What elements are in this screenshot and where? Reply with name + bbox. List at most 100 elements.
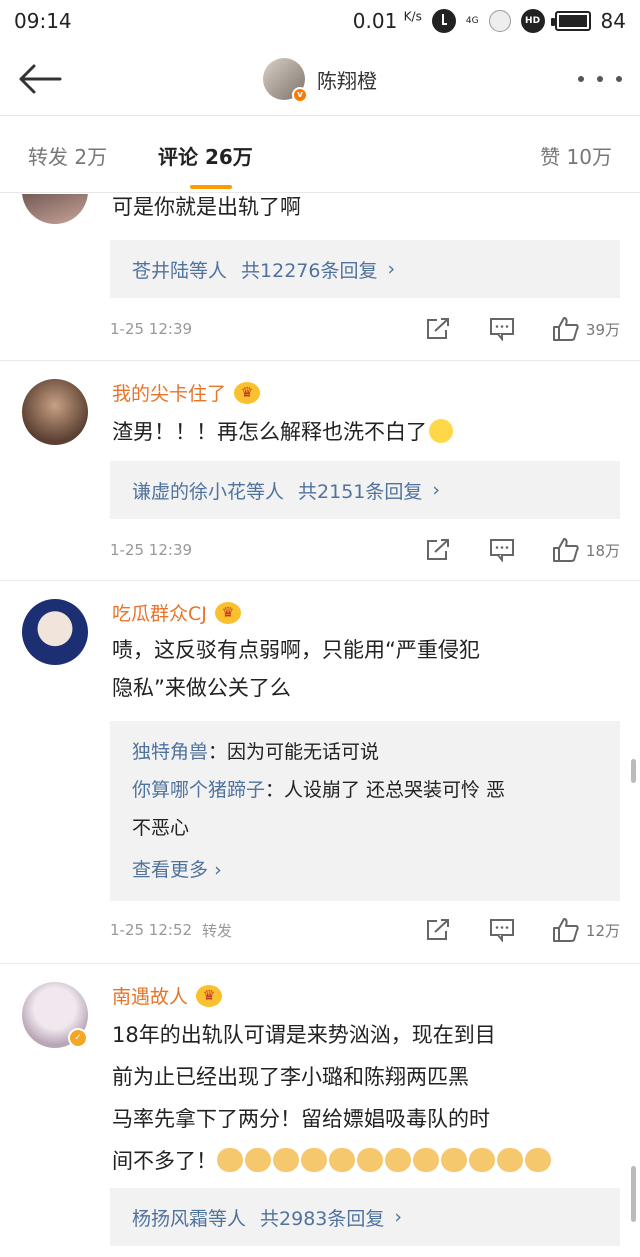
username[interactable]: 我的尖卡住了 — [112, 379, 226, 406]
comment-meta: 1-25 12:39 18万 — [110, 533, 620, 567]
reply-box[interactable]: 苍井陆等人 共12276条回复 › — [110, 240, 620, 298]
doge-emoji-icon — [385, 1148, 411, 1172]
reply-users: 杨扬风霜等人 — [132, 1207, 247, 1230]
comment-item: 我的尖卡住了 ♛ 渣男！！！再怎么解释也洗不白了 谦虚的徐小花等人 共2151条回… — [0, 361, 640, 581]
view-more-link[interactable]: 查看更多 › — [132, 847, 598, 893]
comment-icon[interactable] — [488, 537, 516, 563]
username[interactable]: 吃瓜群众CJ — [112, 599, 207, 626]
scrollbar-thumb[interactable] — [631, 759, 636, 783]
thumbs-up-icon — [552, 538, 579, 562]
doge-emoji-icon — [273, 1148, 299, 1172]
reply-summary[interactable]: 杨扬风霜等人 共2983条回复 › — [132, 1188, 598, 1246]
reply-author[interactable]: 独特角兽 — [132, 741, 208, 763]
name-row: 南遇故人 ♛ — [112, 982, 223, 1009]
reply-summary[interactable]: 苍井陆等人 共12276条回复 › — [132, 240, 598, 298]
doge-emoji-icon — [413, 1148, 439, 1172]
like-count: 12万 — [585, 921, 620, 940]
battery-level: 84 — [600, 9, 626, 33]
network-type: 4G — [465, 16, 479, 26]
like-button[interactable]: 12万 — [552, 917, 620, 943]
comment-text-line: 间不多了！ — [112, 1140, 617, 1182]
alarm-icon — [431, 9, 456, 33]
comment-text-line: 前为止已经出现了李小璐和陈翔两匹黑 — [112, 1065, 469, 1089]
chevron-right-icon: › — [432, 479, 440, 501]
doge-emoji-icon — [497, 1148, 523, 1172]
avatar[interactable]: v — [263, 58, 308, 103]
doge-emoji-icon — [217, 1148, 243, 1172]
timestamp: 1-25 12:39 — [110, 320, 193, 338]
tab-indicator — [190, 185, 232, 189]
comment-icon[interactable] — [488, 917, 516, 943]
comment-list[interactable]: 可是你就是出轨了啊 苍井陆等人 共12276条回复 › 1-25 12:39 39万… — [0, 194, 640, 1257]
reply-count: 共2151条回复 — [298, 480, 423, 503]
avatar[interactable] — [22, 599, 88, 665]
more-options-button[interactable] — [578, 66, 622, 92]
like-count: 39万 — [585, 320, 620, 339]
comment-text-line: 隐私”来做公关了么 — [112, 676, 291, 700]
tab-bar: 转发 2万 评论 26万 赞 10万 — [0, 117, 640, 193]
reply-box[interactable]: 杨扬风霜等人 共2983条回复 › — [110, 1188, 620, 1246]
dot-icon — [616, 76, 622, 82]
battery-icon — [550, 11, 591, 31]
verified-badge-icon: v — [292, 87, 308, 103]
chevron-right-icon: › — [387, 258, 396, 280]
chevron-right-icon: › — [214, 859, 222, 881]
hd-voice-icon: HD — [520, 9, 545, 33]
reply-users: 谦虚的徐小花等人 — [132, 480, 285, 503]
verified-badge-icon: ✓ — [68, 1028, 88, 1048]
comment-text: 啧，这反驳有点弱啊，只能用“严重侵犯 隐私”来做公关了么 — [112, 631, 612, 707]
comment-text-line: 啧，这反驳有点弱啊，只能用“严重侵犯 — [112, 638, 480, 662]
scrollbar-thumb[interactable] — [631, 1166, 636, 1222]
reply-text: ：人设崩了 还总哭装可怜 恶 — [265, 779, 506, 801]
tab-like[interactable]: 赞 10万 — [540, 141, 612, 170]
comment-icon[interactable] — [488, 316, 516, 342]
reply-box[interactable]: 谦虚的徐小花等人 共2151条回复 › — [110, 461, 620, 519]
reply-item[interactable]: 独特角兽：因为可能无话可说 — [132, 733, 598, 771]
thumbs-up-icon — [552, 918, 579, 942]
share-icon[interactable] — [424, 917, 452, 943]
clock: 09:14 — [14, 9, 72, 33]
like-button[interactable]: 18万 — [552, 537, 620, 563]
share-icon[interactable] — [424, 316, 452, 342]
doge-emoji-icon — [469, 1148, 495, 1172]
reply-users: 苍井陆等人 — [132, 259, 228, 282]
dot-icon — [578, 76, 584, 82]
crown-icon: ♛ — [196, 984, 223, 1007]
status-bar: 09:14 0.01 K/s 4G HD 84 — [0, 0, 640, 42]
network-speed-value: 0.01 — [352, 9, 398, 33]
username[interactable]: 南遇故人 — [112, 982, 188, 1009]
signal-icon: 4G — [466, 16, 479, 26]
tab-comment[interactable]: 评论 26万 — [158, 141, 253, 170]
timestamp: 1-25 12:52 — [110, 921, 193, 939]
timestamp: 1-25 12:39 — [110, 541, 193, 559]
crown-icon: ♛ — [214, 601, 241, 624]
doge-emoji-icon — [441, 1148, 467, 1172]
comment-text: 18年的出轨队可谓是来势汹汹，现在到目 前为止已经出现了李小璐和陈翔两匹黑 马率… — [112, 1014, 617, 1182]
avatar[interactable] — [22, 194, 88, 224]
doge-emoji-icon — [329, 1148, 355, 1172]
like-count: 18万 — [585, 541, 620, 560]
name-row: 吃瓜群众CJ ♛ — [112, 599, 241, 626]
reply-box[interactable]: 独特角兽：因为可能无话可说 你算哪个猪蹄子：人设崩了 还总哭装可怜 恶 不恶心 … — [110, 721, 620, 901]
share-icon[interactable] — [424, 537, 452, 563]
reply-item[interactable]: 你算哪个猪蹄子：人设崩了 还总哭装可怜 恶 — [132, 771, 598, 809]
like-button[interactable]: 39万 — [552, 316, 620, 342]
network-speed-unit: K/s — [403, 9, 422, 24]
reply-summary[interactable]: 谦虚的徐小花等人 共2151条回复 › — [132, 461, 598, 519]
crown-icon: ♛ — [234, 381, 261, 404]
dot-icon — [597, 76, 603, 82]
tab-repost[interactable]: 转发 2万 — [28, 141, 107, 170]
doge-emoji-icon — [301, 1148, 327, 1172]
avatar[interactable] — [22, 379, 88, 445]
comment-text-content: 间不多了！ — [112, 1149, 217, 1173]
reply-count: 共12276条回复 — [241, 259, 378, 282]
reply-text-continued: 不恶心 — [132, 817, 190, 839]
comment-item: 吃瓜群众CJ ♛ 啧，这反驳有点弱啊，只能用“严重侵犯 隐私”来做公关了么 独特… — [0, 581, 640, 964]
avatar[interactable]: ✓ — [22, 982, 88, 1048]
reply-count: 共2983条回复 — [260, 1207, 385, 1230]
comment-item: 可是你就是出轨了啊 苍井陆等人 共12276条回复 › 1-25 12:39 39万 — [0, 194, 640, 361]
comment-text-line: 马率先拿下了两分！留给嫖娼吸毒队的时 — [112, 1107, 490, 1131]
header-user[interactable]: v 陈翔橙 — [0, 42, 640, 116]
reply-text: ：因为可能无话可说 — [208, 741, 380, 763]
reply-author[interactable]: 你算哪个猪蹄子 — [132, 779, 265, 801]
